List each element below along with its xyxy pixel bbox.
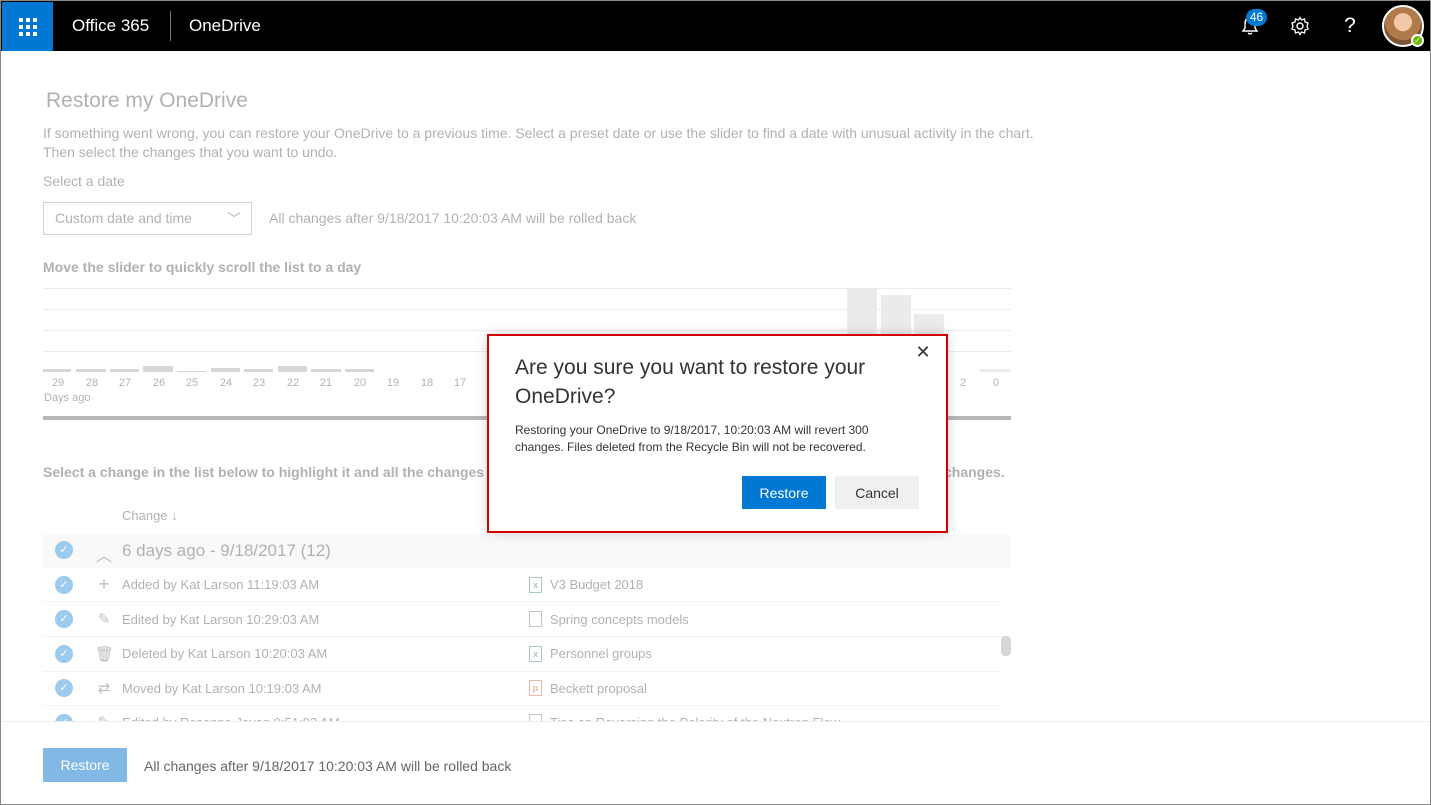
file-name[interactable]: Beckett proposal <box>550 681 647 696</box>
tick-label: 28 <box>85 377 99 389</box>
excel-file-icon: x <box>529 646 542 662</box>
activity-bar[interactable] <box>311 369 341 372</box>
row-divider <box>43 636 1001 637</box>
checkmark-icon[interactable]: ✓ <box>55 576 73 594</box>
description-line-2: Then select the changes that you want to… <box>43 144 338 160</box>
rollback-note: All changes after 9/18/2017 10:20:03 AM … <box>269 210 637 226</box>
tick-label: 27 <box>118 377 132 389</box>
list-instruction-end: changes. <box>944 464 1005 480</box>
tick-label: 0 <box>992 377 1000 389</box>
page-title: Restore my OneDrive <box>46 89 248 112</box>
chevron-up-icon[interactable]: ︿ <box>95 542 113 566</box>
checkmark-icon[interactable]: ✓ <box>55 679 73 697</box>
app-launcher-button[interactable] <box>2 2 53 51</box>
tick-label: 26 <box>152 377 166 389</box>
excel-file-icon: x <box>529 577 542 593</box>
activity-bar[interactable] <box>278 366 307 372</box>
activity-bar[interactable] <box>244 369 273 372</box>
tick-label: 29 <box>51 377 65 389</box>
tick-label: 21 <box>319 377 333 389</box>
trash-icon: 🗑 <box>95 646 115 663</box>
activity-bar[interactable] <box>110 369 139 372</box>
checkmark-icon[interactable]: ✓ <box>55 541 73 559</box>
app-name[interactable]: OneDrive <box>189 16 261 36</box>
change-description: Added by Kat Larson 11:19:03 AM <box>122 577 320 592</box>
row-divider <box>43 601 1001 602</box>
tick-label: 22 <box>286 377 300 389</box>
select-date-label: Select a date <box>43 173 125 189</box>
file-name[interactable]: Personnel groups <box>550 646 652 661</box>
group-title: 6 days ago - 9/18/2017 (12) <box>122 541 331 560</box>
footer-bar: Restore All changes after 9/18/2017 10:2… <box>1 721 1430 804</box>
column-header-change[interactable]: Change ↓ <box>122 508 178 523</box>
checkmark-icon[interactable]: ✓ <box>55 645 73 663</box>
settings-button[interactable] <box>1287 13 1313 39</box>
help-icon: ? <box>1344 14 1356 37</box>
date-dropdown[interactable]: Custom date and time ﹀ <box>43 202 252 235</box>
activity-bar[interactable] <box>211 368 240 372</box>
move-icon: ⇄ <box>97 680 111 697</box>
divider <box>170 11 171 41</box>
description-line-1: If something went wrong, you can restore… <box>43 125 1034 141</box>
footer-rollback-note: All changes after 9/18/2017 10:20:03 AM … <box>144 758 512 774</box>
activity-bar[interactable] <box>177 371 206 372</box>
help-button[interactable]: ? <box>1337 13 1363 39</box>
activity-bar[interactable] <box>43 369 71 372</box>
change-description: Moved by Kat Larson 10:19:03 AM <box>122 681 322 696</box>
tick-label: 18 <box>420 377 434 389</box>
tick-label: 25 <box>185 377 199 389</box>
window: Office 365 OneDrive 46 ? ✓ Restore my On… <box>0 0 1431 805</box>
file-name[interactable]: Spring concepts models <box>550 612 689 627</box>
tick-label: 2 <box>959 377 967 389</box>
presence-available-icon: ✓ <box>1411 34 1424 47</box>
file-name[interactable]: V3 Budget 2018 <box>550 577 643 592</box>
highlight-outline <box>487 334 948 533</box>
edit-icon: ✎ <box>97 611 111 628</box>
row-divider <box>43 671 1001 672</box>
notification-badge: 46 <box>1246 9 1267 26</box>
activity-bar[interactable] <box>76 369 106 372</box>
checkmark-icon[interactable]: ✓ <box>55 610 73 628</box>
add-icon: + <box>98 574 110 594</box>
date-dropdown-value: Custom date and time <box>55 210 192 226</box>
document-file-icon <box>529 611 542 627</box>
activity-bar[interactable] <box>345 369 374 372</box>
waffle-icon <box>18 17 37 36</box>
list-instruction: Select a change in the list below to hig… <box>43 464 485 480</box>
gear-icon <box>1291 16 1309 36</box>
tick-label: 24 <box>219 377 233 389</box>
slider-label: Move the slider to quickly scroll the li… <box>43 259 362 275</box>
footer-restore-button[interactable]: Restore <box>43 748 127 782</box>
chevron-down-icon: ﹀ <box>227 211 241 227</box>
top-bar: Office 365 OneDrive 46 ? ✓ <box>1 1 1430 51</box>
activity-bar[interactable] <box>143 366 173 372</box>
powerpoint-file-icon: p <box>529 680 542 696</box>
tick-label: 19 <box>386 377 400 389</box>
tick-label: 23 <box>252 377 266 389</box>
tick-label: 20 <box>353 377 367 389</box>
days-ago-label: Days ago <box>44 392 91 404</box>
suite-name[interactable]: Office 365 <box>72 16 149 36</box>
row-divider <box>43 705 1001 706</box>
activity-bar[interactable] <box>980 369 1010 372</box>
change-description: Deleted by Kat Larson 10:20:03 AM <box>122 646 328 661</box>
list-scrollbar[interactable] <box>1001 636 1011 656</box>
change-description: Edited by Kat Larson 10:29:03 AM <box>122 612 320 627</box>
page-description: If something went wrong, you can restore… <box>43 124 1103 162</box>
tick-label: 17 <box>453 377 467 389</box>
